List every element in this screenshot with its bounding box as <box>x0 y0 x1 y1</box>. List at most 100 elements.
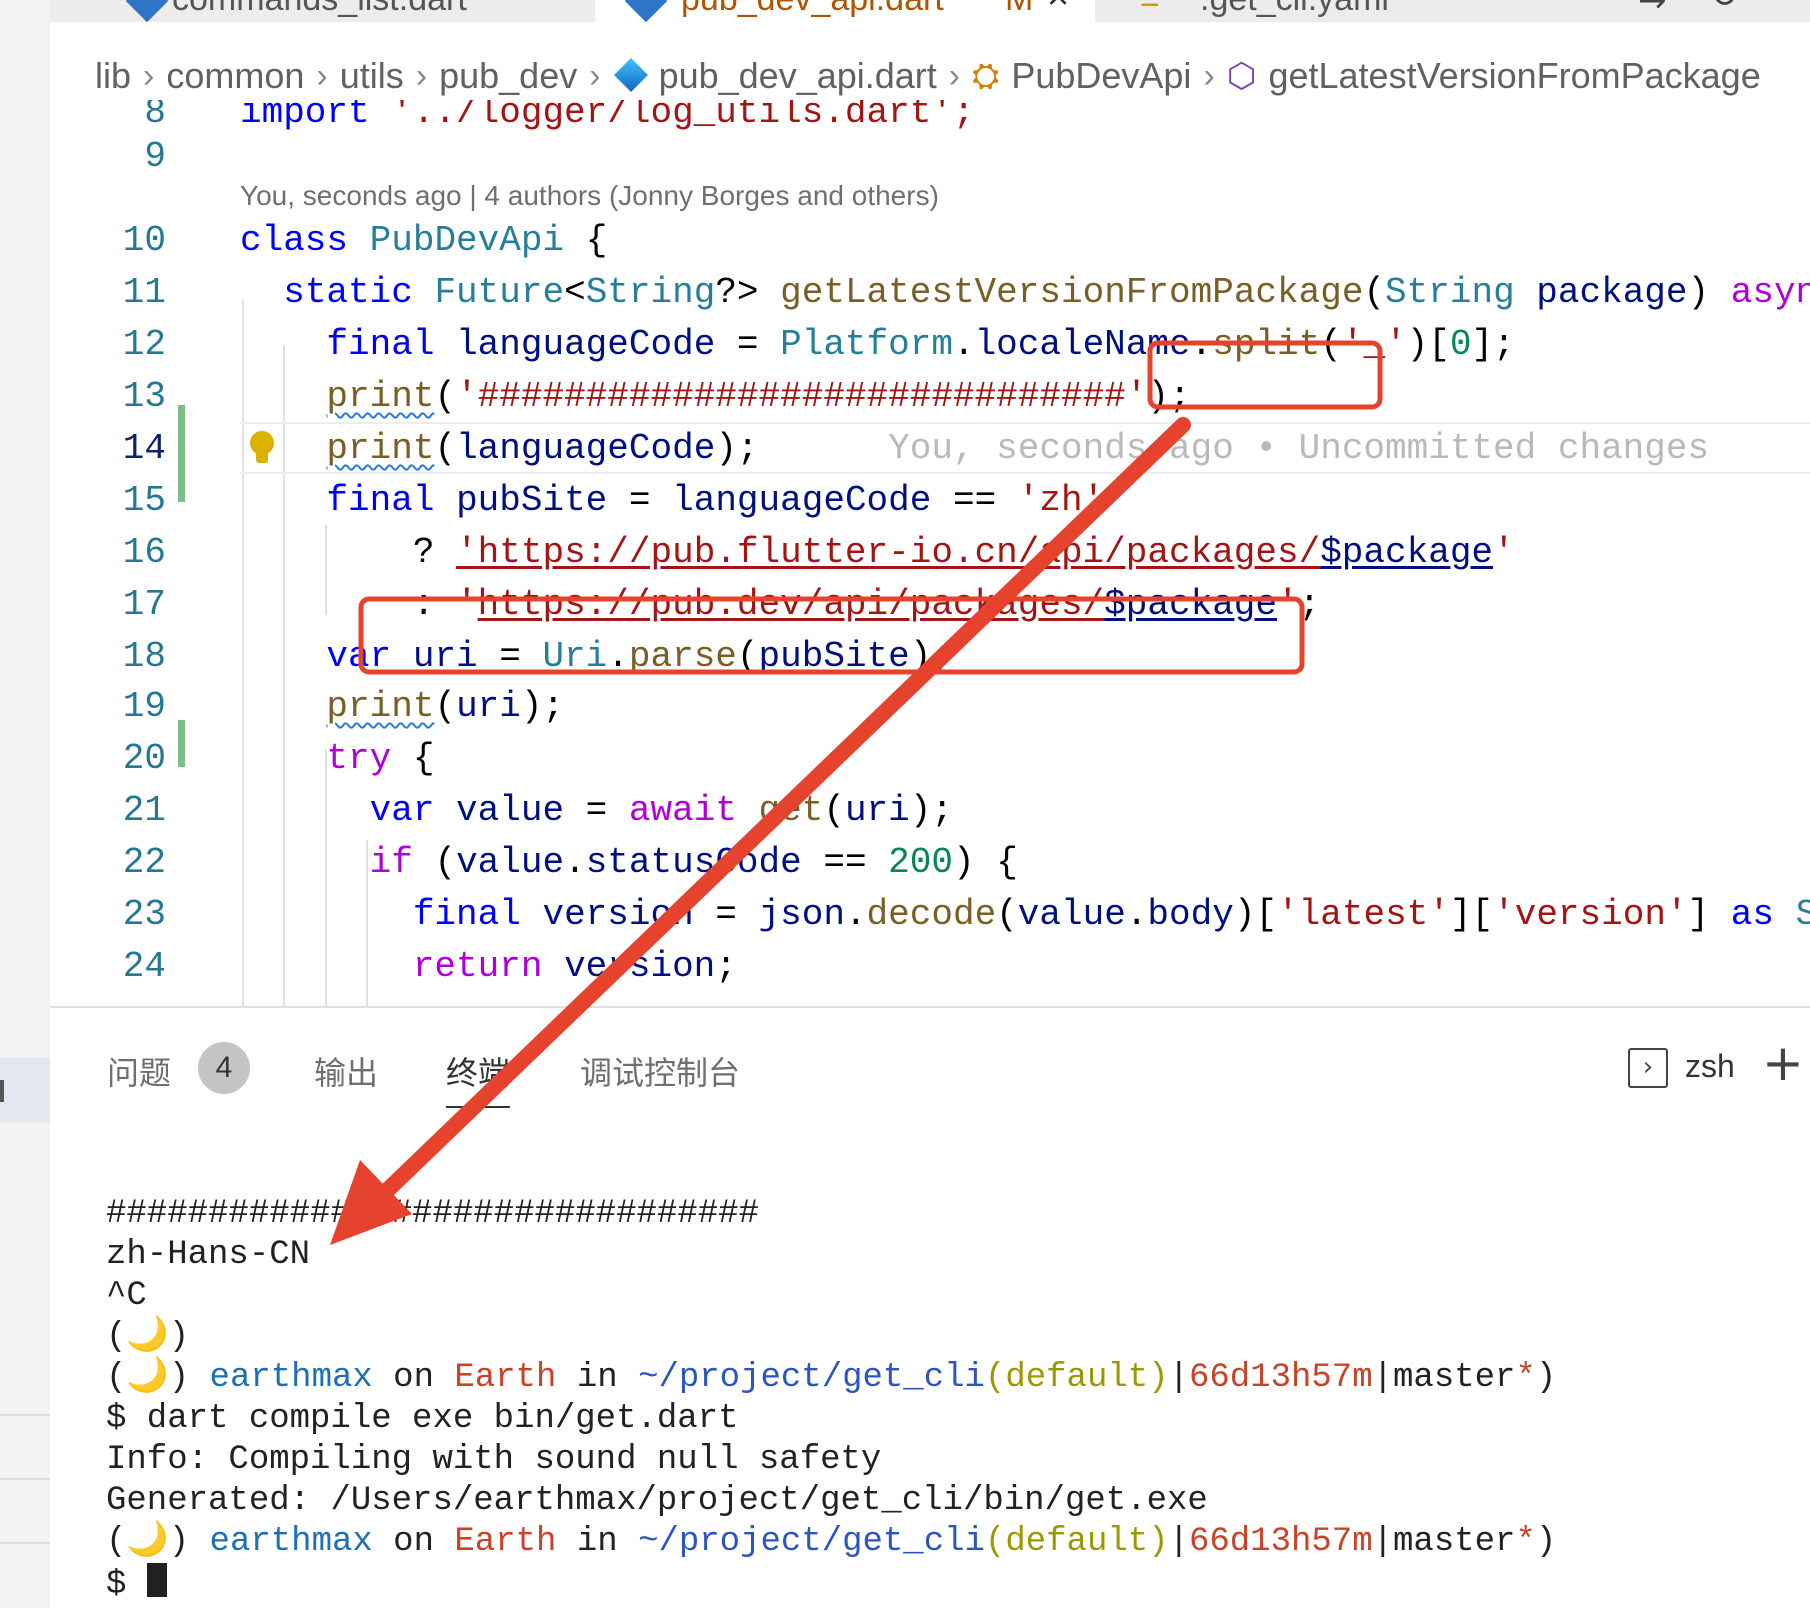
tab-terminal[interactable]: 终端 <box>446 1048 511 1108</box>
token: uri <box>456 686 521 727</box>
token: ; <box>1298 584 1321 625</box>
modified-indicator: M <box>1005 0 1033 19</box>
tab-get-cli-yaml[interactable]: ≡ .get_cli.yaml <box>1100 0 1490 22</box>
token: class <box>240 220 349 261</box>
token: ); <box>520 686 565 727</box>
token: localeName <box>974 324 1191 365</box>
token: version <box>542 894 694 935</box>
dart-file-icon <box>613 59 647 93</box>
token: static <box>283 272 413 313</box>
code-line: 22 if (value.statusCode == 200) { <box>50 836 1810 888</box>
chevron-right-icon: › <box>1203 56 1215 95</box>
token: value <box>456 842 565 883</box>
token: '_' <box>1341 324 1407 365</box>
token: ); <box>1147 376 1191 417</box>
tab-pub-dev-api[interactable]: pub_dev_api.dart M × <box>595 0 1095 22</box>
token: decode <box>866 894 997 935</box>
token: 'zh' <box>1017 480 1105 521</box>
breadcrumb-item[interactable]: pub_dev <box>439 55 577 97</box>
token: ) <box>1406 324 1429 365</box>
token: final <box>326 324 435 365</box>
code-line: 24 return version; <box>50 940 1810 992</box>
plus-icon[interactable]: + <box>1762 1034 1804 1092</box>
tab-output[interactable]: 输出 <box>314 1048 378 1094</box>
token: . <box>607 636 629 677</box>
line-number: 10 <box>122 220 166 261</box>
more-icon[interactable]: ⋯ <box>1785 0 1810 16</box>
terminal-icon: › <box>1628 1048 1668 1088</box>
terminal-input-line[interactable]: $ <box>106 1563 1556 1604</box>
token: ' <box>456 532 478 573</box>
bottom-panel: 问题 4 输出 终端 调试控制台 › zsh + ###############… <box>50 1006 1810 1608</box>
activity-bar-selected[interactable] <box>0 1058 50 1122</box>
tab-problems[interactable]: 问题 <box>107 1048 171 1094</box>
terminal-prompt: (🌙) earthmax on Earth in ~/project/get_c… <box>106 1523 1557 1561</box>
token: 'version' <box>1493 894 1688 935</box>
code-line: 13 print('##############################… <box>50 370 1810 422</box>
token: print <box>326 686 435 727</box>
token: json <box>758 894 845 935</box>
code-line: 21 var value = await get(uri); <box>50 784 1810 836</box>
token: == <box>931 480 1018 521</box>
line-number: 11 <box>122 272 166 313</box>
code-line: 11 static Future<String?> getLatestVersi… <box>50 266 1810 318</box>
breadcrumb-item[interactable]: pub_dev_api.dart <box>659 55 937 97</box>
url-link[interactable]: https://pub.dev/api/packages/ <box>478 584 1105 625</box>
breadcrumb-item[interactable]: getLatestVersionFromPackage <box>1268 55 1760 97</box>
terminal-shell-name[interactable]: zsh <box>1685 1048 1735 1085</box>
token: print <box>326 376 435 417</box>
token: )[ <box>1233 894 1278 935</box>
token: . <box>1190 324 1213 365</box>
token: if <box>369 842 413 883</box>
token: ; <box>715 946 737 987</box>
tab-label: .get_cli.yaml <box>1200 0 1389 19</box>
token: '../logger/log_utils.dart'; <box>369 100 975 133</box>
token: 200 <box>888 842 953 883</box>
token: await <box>628 790 737 831</box>
breadcrumb-item[interactable]: common <box>166 55 304 97</box>
token: < <box>564 272 586 313</box>
breadcrumb-item[interactable]: lib <box>95 55 131 97</box>
line-number: 21 <box>122 790 166 831</box>
line-number: 8 <box>144 100 166 133</box>
token: String <box>1385 272 1515 313</box>
tab-debug-console[interactable]: 调试控制台 <box>580 1048 740 1094</box>
token: : <box>412 584 457 625</box>
token: async <box>1730 272 1810 313</box>
token: ) { <box>952 842 1018 883</box>
tab-commands-list[interactable]: commands_list.dart <box>80 0 590 22</box>
refresh-icon[interactable]: ↻ <box>1710 0 1739 16</box>
chevron-right-icon: › <box>589 56 601 95</box>
token: = <box>607 480 673 521</box>
source-control-icon[interactable]: ⇆ <box>1638 0 1667 16</box>
code-line: 9 <box>50 130 1810 182</box>
token: value <box>456 790 565 831</box>
codelens-blame[interactable]: You, seconds ago | 4 authors (Jonny Borg… <box>240 180 939 212</box>
token: $package <box>1104 584 1277 625</box>
inline-blame: You, seconds ago • Uncommitted changes <box>888 428 1710 469</box>
token: 0 <box>1449 324 1472 365</box>
token: { <box>412 738 435 779</box>
divider <box>0 1414 50 1416</box>
terminal-line: ^C <box>106 1277 147 1315</box>
close-icon[interactable]: × <box>1047 0 1069 19</box>
line-number: 19 <box>122 686 166 727</box>
token: Stri <box>1795 894 1810 935</box>
token: . <box>1125 894 1148 935</box>
token: import <box>240 100 370 133</box>
token: get <box>758 790 824 831</box>
divider <box>0 1478 50 1480</box>
token: languageCode <box>672 480 932 521</box>
token: value <box>1017 894 1126 935</box>
breadcrumb-item[interactable]: utils <box>340 55 404 97</box>
token: '##############################' <box>456 376 1148 417</box>
code-editor[interactable]: 8 import '../logger/log_utils.dart'; 9 Y… <box>50 100 1810 1006</box>
breadcrumb-item[interactable]: PubDevApi <box>1011 55 1191 97</box>
terminal-output[interactable]: ################################ zh-Hans… <box>106 1194 1556 1604</box>
token: = <box>477 636 543 677</box>
url-link[interactable]: https://pub.flutter-io.cn/api/packages/ <box>478 532 1321 573</box>
token: 'latest' <box>1277 894 1450 935</box>
line-number: 15 <box>122 480 166 521</box>
code-line: 20 try { <box>50 732 1810 784</box>
dart-file-icon <box>624 0 668 22</box>
